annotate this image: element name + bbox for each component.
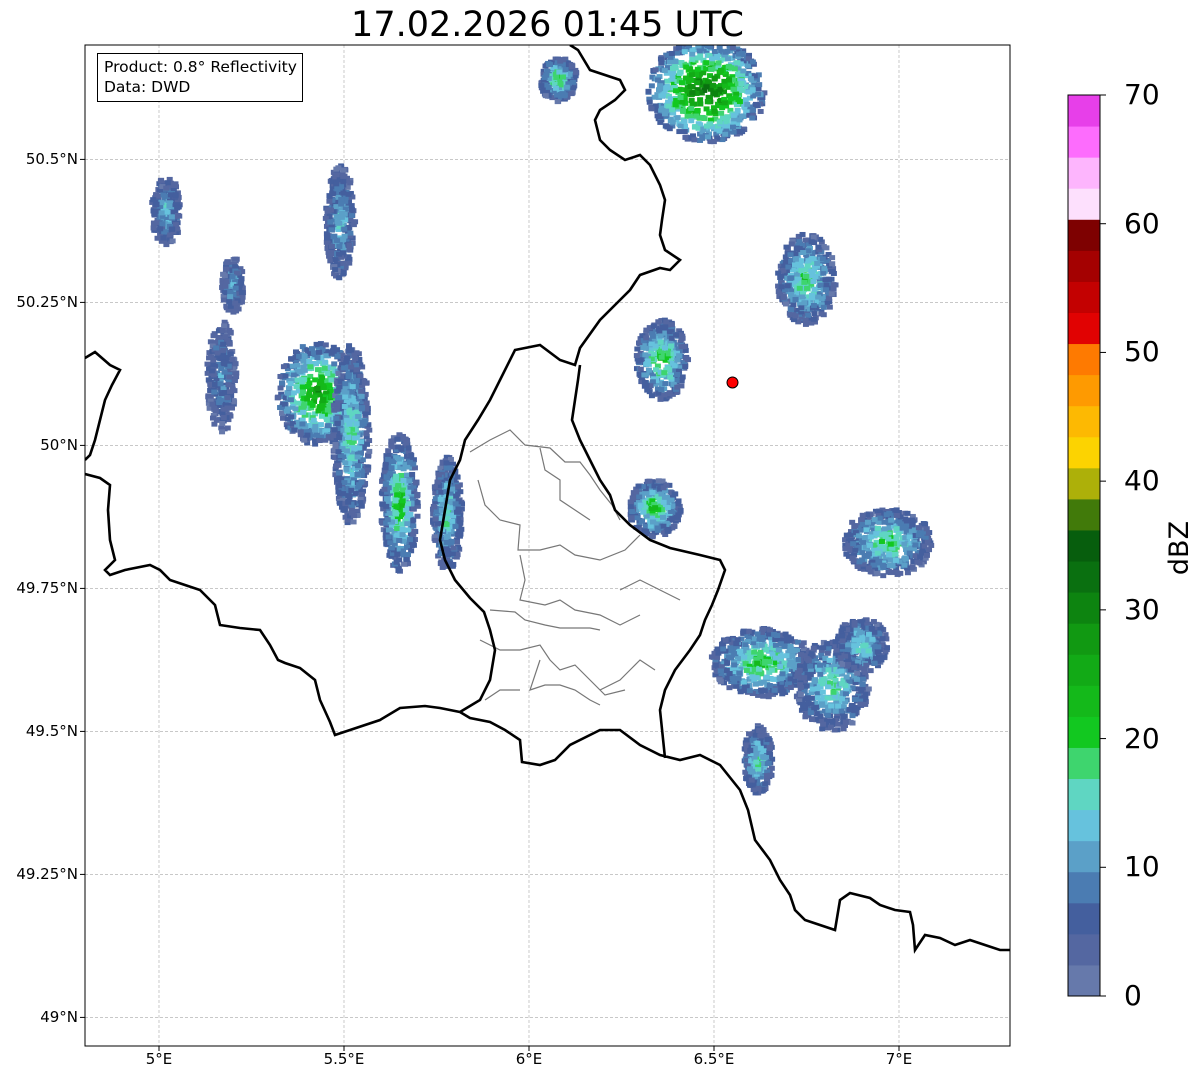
colorbar-segment — [1068, 529, 1100, 562]
product-label: Product: 0.8° Reflectivity — [104, 58, 297, 76]
colorbar-segment — [1068, 95, 1100, 127]
colorbar-segment — [1068, 685, 1100, 717]
lat-tick-label: 49.75°N — [16, 579, 78, 598]
colorbar-segment — [1068, 374, 1100, 407]
lat-tick-marks — [80, 158, 85, 1018]
colorbar-segment — [1068, 747, 1100, 780]
lon-tick-label: 6°E — [515, 1050, 543, 1068]
info-box: Product: 0.8° Reflectivity Data: DWD — [97, 53, 303, 102]
lat-tick-label: 50.5°N — [25, 150, 78, 169]
lat-tick-label: 50.25°N — [16, 293, 78, 312]
colorbar-label: dBZ — [1164, 520, 1195, 576]
colorbar — [1067, 94, 1106, 997]
colorbar-segment — [1068, 188, 1100, 220]
colorbar-segment — [1068, 343, 1100, 376]
data-source-label: Data: DWD — [104, 78, 191, 96]
colorbar-segment — [1068, 436, 1100, 469]
radar-map — [80, 44, 1106, 1051]
colorbar-segment — [1068, 157, 1100, 189]
colorbar-segment — [1068, 592, 1100, 624]
colorbar-segment — [1068, 467, 1100, 500]
colorbar-segment — [1068, 809, 1100, 842]
colorbar-segment — [1068, 561, 1100, 593]
colorbar-segment — [1068, 716, 1100, 748]
colorbar-segment — [1068, 312, 1100, 345]
colorbar-segment — [1068, 654, 1100, 686]
colorbar-segment — [1068, 126, 1100, 158]
colorbar-segment — [1068, 871, 1100, 904]
lon-tick-label: 6.5°E — [693, 1050, 735, 1068]
colorbar-tick-label: 10 — [1124, 850, 1160, 884]
colorbar-tick-label: 20 — [1124, 721, 1160, 755]
colorbar-segment — [1068, 281, 1100, 313]
colorbar-tick-label: 60 — [1124, 206, 1160, 240]
colorbar-segment — [1068, 219, 1100, 251]
colorbar-segment — [1068, 933, 1100, 966]
colorbar-tick-label: 40 — [1124, 464, 1160, 498]
colorbar-segment — [1068, 902, 1100, 935]
lat-tick-label: 49.25°N — [16, 865, 78, 884]
lon-tick-label: 5.5°E — [323, 1050, 365, 1068]
radar-site-marker — [726, 376, 739, 389]
colorbar-tick-label: 50 — [1124, 335, 1160, 369]
colorbar-segment — [1068, 498, 1100, 531]
lon-tick-label: 7°E — [885, 1050, 913, 1068]
colorbar-segment — [1068, 623, 1100, 655]
colorbar-segment — [1068, 250, 1100, 282]
lat-tick-label: 49°N — [40, 1008, 78, 1027]
lat-tick-label: 50°N — [40, 436, 78, 455]
colorbar-tick-label: 70 — [1124, 78, 1160, 111]
lat-tick-label: 49.5°N — [25, 722, 78, 741]
colorbar-segment — [1068, 840, 1100, 873]
colorbar-tick-label: 0 — [1124, 979, 1142, 1012]
colorbar-segment — [1068, 405, 1100, 438]
colorbar-segment — [1068, 778, 1100, 811]
colorbar-tick-label: 30 — [1124, 592, 1160, 626]
lon-tick-label: 5°E — [145, 1050, 173, 1068]
colorbar-segment — [1068, 964, 1100, 997]
